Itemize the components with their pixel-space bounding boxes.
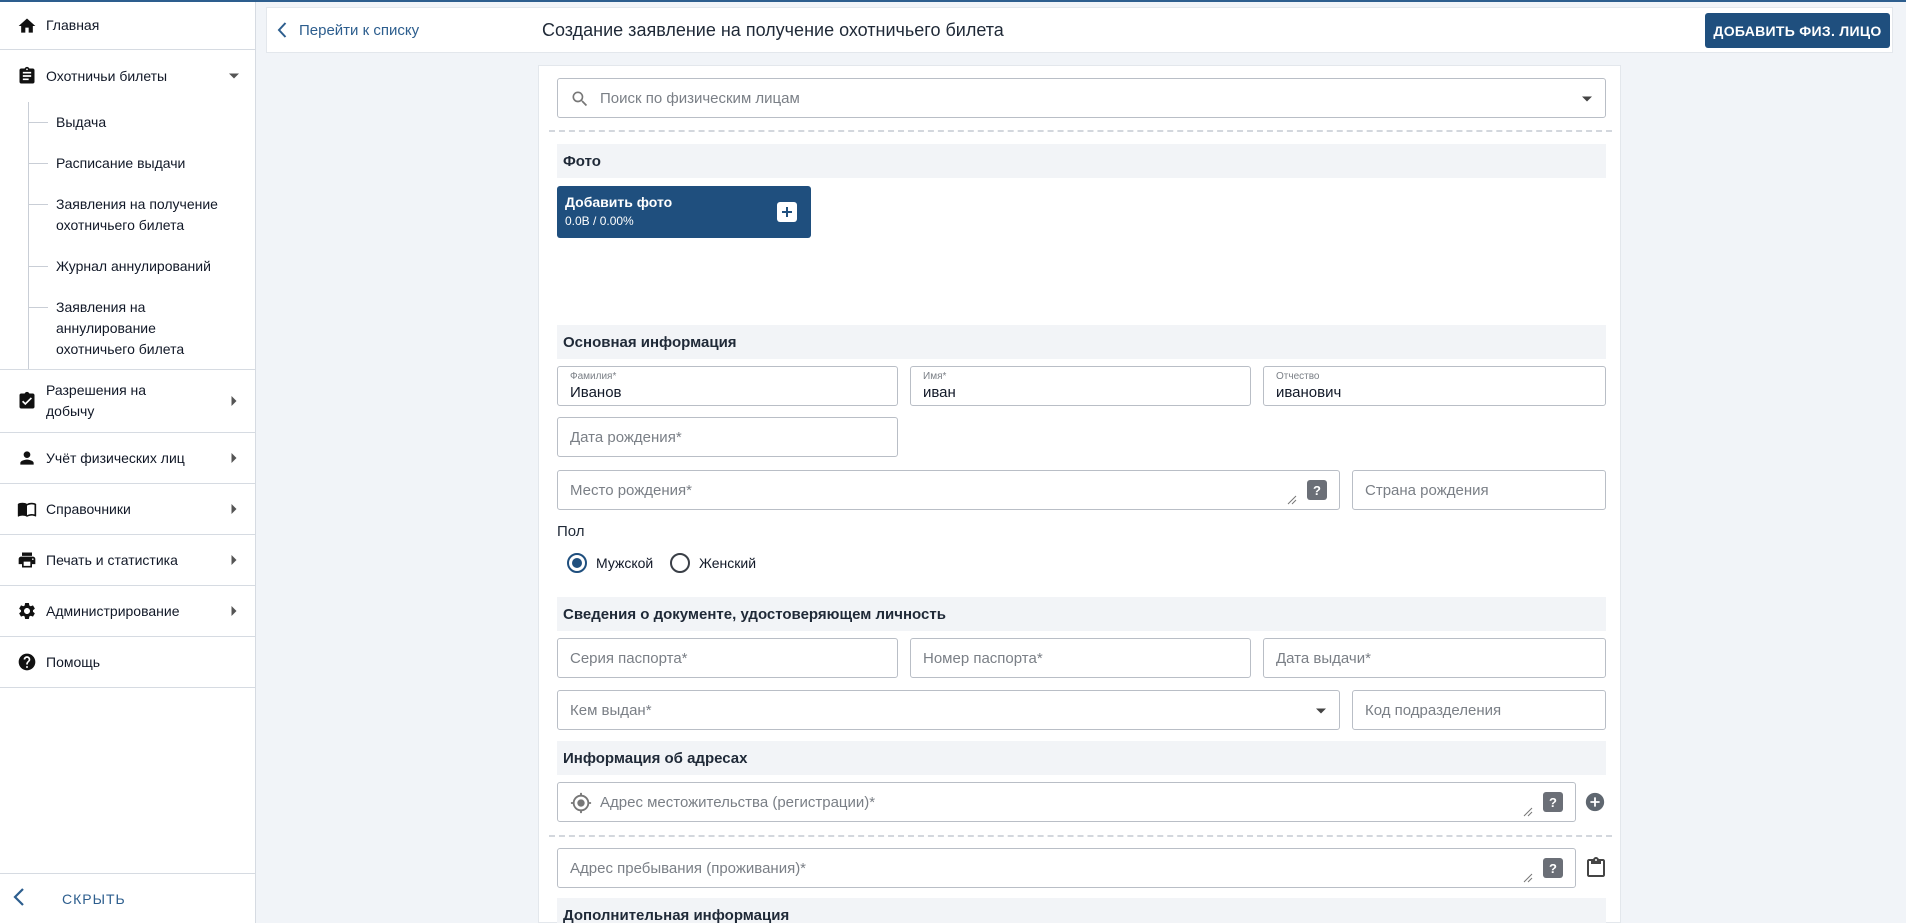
birth-date-field[interactable]: Дата рождения* <box>557 417 898 457</box>
birth-place-field[interactable]: Место рождения* ? <box>557 470 1340 510</box>
radio-unchecked-icon <box>670 553 690 573</box>
page-title: Создание заявление на получение охотничь… <box>542 19 1004 40</box>
section-id-document: Сведения о документе, удостоверяющем лич… <box>557 597 1606 631</box>
clipboard-copy-icon[interactable] <box>1584 855 1608 881</box>
plus-icon <box>777 202 797 222</box>
chevron-right-icon <box>227 553 241 567</box>
add-address-icon[interactable] <box>1584 791 1606 813</box>
stay-address-field[interactable]: Адрес пребывания (проживания)* ? <box>557 848 1576 888</box>
sidebar-subitem-issue[interactable]: Выдача <box>0 102 255 143</box>
sidebar-item-permits[interactable]: Разрешения на добычу <box>0 370 255 433</box>
division-code-field[interactable]: Код подразделения <box>1352 690 1606 730</box>
chevron-left-icon <box>12 887 26 910</box>
chevron-down-icon <box>227 69 241 83</box>
chevron-left-icon <box>277 22 287 38</box>
help-icon[interactable]: ? <box>1543 792 1563 812</box>
back-to-list-link[interactable]: Перейти к списку <box>277 21 419 39</box>
sidebar-subitem-applications[interactable]: Заявления на получение охотничьего билет… <box>0 184 255 246</box>
book-icon <box>14 496 40 522</box>
chevron-right-icon <box>227 451 241 465</box>
patronymic-field[interactable]: Отчество иванович <box>1263 366 1606 406</box>
sidebar-item-admin[interactable]: Администрирование <box>0 586 255 637</box>
chevron-right-icon <box>227 604 241 618</box>
section-main-info: Основная информация <box>557 325 1606 359</box>
sidebar-item-persons[interactable]: Учёт физических лиц <box>0 433 255 484</box>
sidebar-item-references[interactable]: Справочники <box>0 484 255 535</box>
sidebar-item-home[interactable]: Главная <box>0 2 255 50</box>
help-circle-icon <box>14 649 40 675</box>
name-field[interactable]: Имя* иван <box>910 366 1251 406</box>
resize-handle-icon[interactable] <box>1287 495 1297 505</box>
sidebar-subitem-cancellation-applications[interactable]: Заявления на аннулирование охотничьего б… <box>0 287 255 370</box>
sidebar-subitem-cancellation-log[interactable]: Журнал аннулирований <box>0 246 255 287</box>
top-accent-line <box>0 0 1906 2</box>
gender-label: Пол <box>557 523 585 540</box>
home-icon <box>14 13 40 39</box>
resize-handle-icon[interactable] <box>1523 807 1533 817</box>
person-icon <box>14 445 40 471</box>
search-icon <box>572 91 588 107</box>
residence-address-field[interactable]: Адрес местожительства (регистрации)* ? <box>557 782 1576 822</box>
sidebar-submenu: Выдача Расписание выдачи Заявления на по… <box>0 102 255 370</box>
gear-icon <box>14 598 40 624</box>
sidebar: Главная Охотничьи билеты Выдача Расписан… <box>0 2 256 923</box>
location-target-icon[interactable] <box>570 792 592 814</box>
sidebar-subitem-schedule[interactable]: Расписание выдачи <box>0 143 255 184</box>
radio-checked-icon <box>567 553 587 573</box>
sidebar-item-help[interactable]: Помощь <box>0 637 255 688</box>
dropdown-arrow-icon <box>1316 708 1326 714</box>
sidebar-item-hunting-tickets[interactable]: Охотничьи билеты <box>0 50 255 102</box>
add-person-button[interactable]: ДОБАВИТЬ ФИЗ. ЛИЦО <box>1705 13 1890 48</box>
resize-handle-icon[interactable] <box>1523 873 1533 883</box>
help-icon[interactable]: ? <box>1543 858 1563 878</box>
add-photo-button[interactable]: Добавить фото 0.0B / 0.00% <box>557 186 811 238</box>
gender-male-radio[interactable]: Мужской <box>567 553 653 573</box>
clipboard-icon <box>14 63 40 89</box>
section-photo: Фото <box>557 144 1606 178</box>
printer-icon <box>14 547 40 573</box>
person-search-input[interactable]: Поиск по физическим лицам <box>557 78 1606 118</box>
chevron-right-icon <box>227 394 241 408</box>
dropdown-arrow-icon[interactable] <box>1581 95 1593 103</box>
issued-by-select[interactable]: Кем выдан* <box>557 690 1340 730</box>
application-form: Поиск по физическим лицам Фото Добавить … <box>538 65 1621 923</box>
passport-series-field[interactable]: Серия паспорта* <box>557 638 898 678</box>
page-header: Перейти к списку Создание заявление на п… <box>266 7 1893 53</box>
divider <box>549 835 1612 837</box>
issue-date-field[interactable]: Дата выдачи* <box>1263 638 1606 678</box>
section-addresses: Информация об адресах <box>557 741 1606 775</box>
gender-female-radio[interactable]: Женский <box>670 553 756 573</box>
chevron-right-icon <box>227 502 241 516</box>
divider <box>549 130 1612 132</box>
checklist-icon <box>14 388 40 414</box>
birth-country-field[interactable]: Страна рождения <box>1352 470 1606 510</box>
sidebar-hide-button[interactable]: СКРЫТЬ <box>0 873 256 923</box>
help-icon[interactable]: ? <box>1307 480 1327 500</box>
section-additional-info: Дополнительная информация <box>557 898 1606 923</box>
passport-number-field[interactable]: Номер паспорта* <box>910 638 1251 678</box>
surname-field[interactable]: Фамилия* Иванов <box>557 366 898 406</box>
sidebar-item-print-stats[interactable]: Печать и статистика <box>0 535 255 586</box>
